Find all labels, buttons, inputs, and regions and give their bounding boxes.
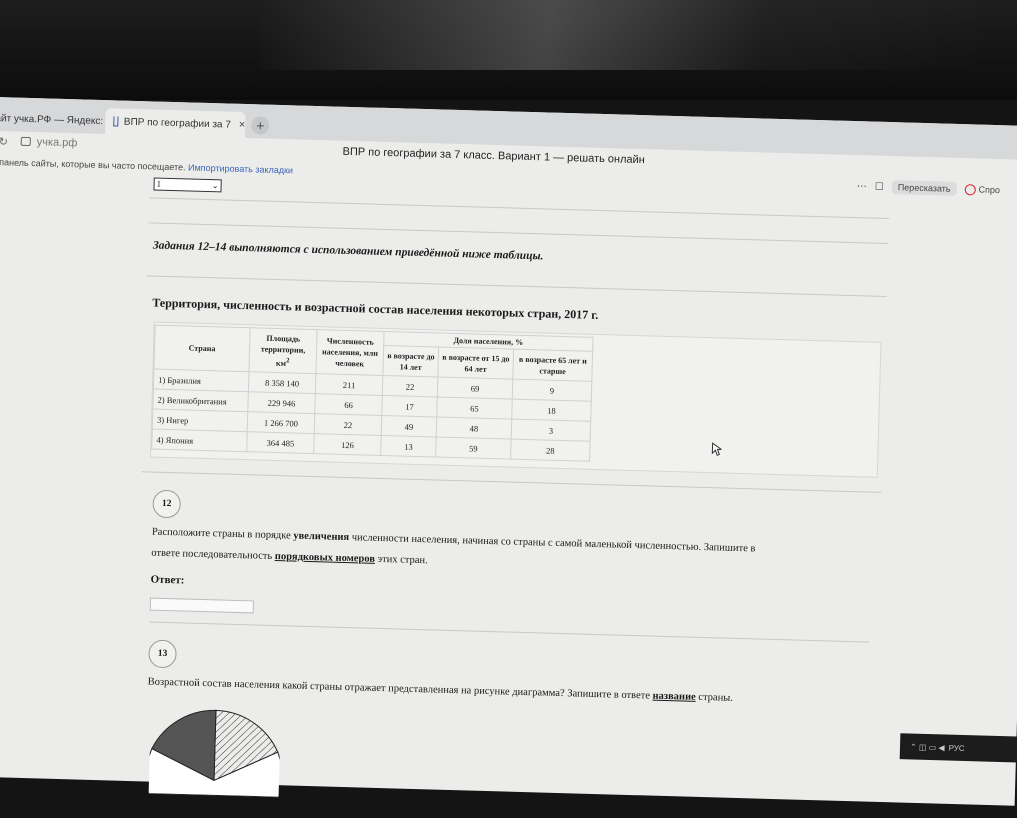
question-number-13: 13 (148, 639, 177, 669)
data-table-panel: Страна Площадь территории, км2 Численност… (149, 321, 882, 478)
tab-label: ВПР по географии за 7 (123, 116, 232, 131)
q12-text-2: численности населения, начиная со страны… (349, 532, 756, 555)
q12-text-3: ответе последовательность (151, 547, 275, 563)
tray-icons[interactable]: ⌃ ◫ ▭ ◀ (910, 742, 945, 752)
divider (149, 621, 870, 643)
q12-emphasis-increase: увеличения (293, 530, 350, 544)
answer-label: Ответ: (150, 573, 185, 587)
q13-text-1: Возрастной состав населения какой страны… (147, 676, 653, 702)
tab-label: айт учка.РФ — Яндекс: › (0, 112, 110, 127)
ask-button[interactable]: Спро (978, 185, 1000, 196)
lock-icon[interactable] (20, 136, 31, 147)
col-age-0-14: в возрасте до 14 лет (382, 345, 439, 378)
col-share-label: Доля населения, % (453, 335, 524, 347)
page-title: ВПР по географии за 7 класс. Вариант 1 —… (342, 145, 646, 167)
url-field[interactable]: учка.рф (37, 136, 78, 149)
cell-age-0-14: 17 (381, 395, 438, 417)
tab-yandex[interactable]: айт учка.РФ — Яндекс: › (0, 105, 109, 134)
tab-vpr[interactable]: ВПР по географии за 7 × (105, 108, 246, 139)
cell-age-15-64: 69 (437, 377, 513, 400)
q12-emphasis-numbers: порядковых номеров (274, 551, 376, 565)
system-tray: ⌃ ◫ ▭ ◀ РУС (899, 733, 1017, 763)
cell-age-65: 18 (511, 399, 592, 422)
cell-country: 3) Нигер (152, 409, 248, 432)
mouse-cursor-icon (711, 442, 722, 457)
answer-input-12[interactable] (149, 597, 255, 614)
import-bookmarks-link[interactable]: Импортировать закладки (188, 162, 293, 175)
page-content: 1 ⌄ Задания 12–14 выполняются с использо… (123, 175, 900, 806)
retell-button[interactable]: Пересказать (891, 180, 957, 196)
col-area-unit: км (275, 358, 287, 368)
cell-age-65: 28 (510, 439, 591, 462)
reload-icon[interactable]: ↻ (0, 135, 8, 148)
language-indicator[interactable]: РУС (949, 743, 965, 752)
question-12-text: Расположите страны в порядке увеличения … (151, 522, 872, 584)
cell-age-15-64: 65 (436, 396, 513, 420)
cell-age-15-64: 59 (435, 436, 512, 460)
bookmark-icon[interactable]: ☐ (875, 181, 884, 192)
cell-country: 2) Великобритания (152, 389, 249, 412)
variant-select-value: 1 (156, 178, 162, 189)
cell-area: 364 485 (246, 431, 315, 454)
cell-population: 211 (315, 373, 383, 396)
tasks-intro: Задания 12–14 выполняются с использовани… (152, 239, 544, 263)
population-table: Страна Площадь территории, км2 Численност… (151, 325, 594, 462)
cell-population: 66 (314, 393, 383, 416)
divider (148, 222, 889, 245)
new-tab-button[interactable]: + (251, 116, 270, 135)
col-area-sup: 2 (286, 356, 290, 365)
q13-emphasis-name: название (652, 690, 696, 703)
divider (149, 197, 889, 220)
cell-age-65: 9 (512, 379, 592, 402)
browser-window: айт учка.РФ — Яндекс: › ВПР по географии… (0, 97, 1017, 806)
col-population: Численность населения, млн человек (315, 329, 385, 376)
retell-label: Пересказать (897, 182, 951, 194)
col-age-0-14-label: в возрасте до 14 лет (387, 350, 435, 372)
cell-country: 1) Бразилия (153, 369, 249, 392)
alice-icon[interactable] (964, 183, 976, 195)
cell-country: 4) Япония (151, 429, 248, 452)
divider (147, 275, 887, 298)
cell-age-65: 3 (511, 419, 591, 442)
cell-age-15-64: 48 (436, 416, 512, 440)
col-age-65-label: в возрасте 65 лет и старше (518, 354, 587, 376)
cell-area: 8 358 140 (248, 371, 316, 394)
more-icon[interactable]: ⋯ (857, 181, 867, 192)
col-area-label: Площадь территории, (260, 333, 306, 355)
close-tab-icon[interactable]: × (239, 119, 246, 131)
col-country-label: Страна (188, 343, 216, 354)
col-population-label: Численность населения, млн человек (321, 336, 379, 369)
question-number-12: 12 (152, 489, 182, 519)
cell-age-0-14: 13 (380, 435, 437, 457)
background-glare (260, 0, 980, 70)
site-favicon-icon (113, 116, 119, 127)
age-pie-chart (148, 709, 282, 798)
cell-age-0-14: 49 (381, 415, 437, 437)
cell-population: 126 (313, 433, 382, 456)
bookmarks-hint-text: у панель сайты, которые вы часто посещае… (0, 156, 186, 173)
q12-text-1: Расположите страны в порядке (151, 526, 294, 542)
table-title: Территория, численность и возрастной сос… (152, 295, 599, 322)
cell-age-0-14: 22 (382, 375, 438, 397)
cell-population: 22 (314, 413, 382, 436)
cell-area: 229 946 (247, 391, 316, 414)
cell-area: 1 266 700 (247, 411, 315, 434)
col-age-15-64-label: в возрасте от 15 до 64 лет (442, 352, 510, 374)
chevron-down-icon: ⌄ (211, 181, 219, 191)
col-age-15-64: в возрасте от 15 до 64 лет (437, 347, 514, 380)
col-country: Страна (153, 325, 251, 372)
col-age-65: в возрасте 65 лет и старше (512, 349, 593, 382)
variant-select[interactable]: 1 ⌄ (153, 177, 222, 193)
q12-text-4: этих стран. (374, 553, 428, 567)
q13-text-2: страны. (695, 691, 734, 704)
col-area: Площадь территории, км2 (248, 327, 318, 374)
